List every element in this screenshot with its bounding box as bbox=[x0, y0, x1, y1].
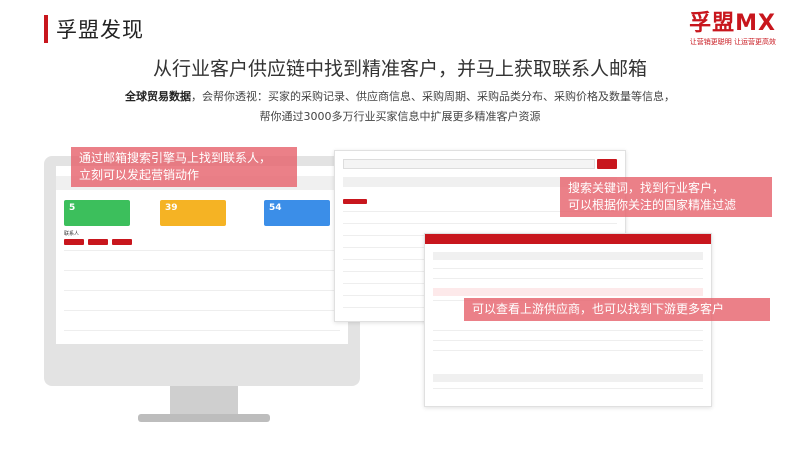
divider bbox=[433, 330, 703, 331]
stat-value: 39 bbox=[165, 203, 178, 213]
mini-button[interactable] bbox=[112, 239, 132, 245]
divider bbox=[64, 310, 340, 311]
logo-mark: 孚盟MX bbox=[689, 11, 776, 36]
tab-bar bbox=[425, 234, 711, 244]
divider bbox=[343, 223, 617, 224]
search-input[interactable] bbox=[343, 159, 595, 169]
callout-line: 可以根据你关注的国家精准过滤 bbox=[568, 198, 737, 212]
monitor-stand-neck bbox=[170, 386, 238, 416]
table-header bbox=[433, 252, 703, 260]
stat-card-2: 39 bbox=[160, 200, 226, 226]
description-line-1: 全球贸易数据，会帮你透视：买家的采购记录、供应商信息、采购周期、采购品类分布、采… bbox=[0, 88, 800, 104]
stat-value: 5 bbox=[69, 203, 76, 213]
description-bold: 全球贸易数据 bbox=[125, 90, 191, 103]
search-icon[interactable] bbox=[597, 159, 617, 169]
stat-card-1: 5 bbox=[64, 200, 130, 226]
table-row-highlight[interactable] bbox=[433, 288, 703, 296]
callout-line: 立刻可以发起营销动作 bbox=[79, 168, 200, 182]
logo-tagline: 让营销更聪明 让运营更高效 bbox=[689, 38, 776, 46]
monitor-stand-base bbox=[138, 414, 270, 422]
divider bbox=[64, 290, 340, 291]
callout-keyword-search: 搜索关键词，找到行业客户， 可以根据你关注的国家精准过滤 bbox=[560, 177, 772, 217]
description-line-2: 帮你通过3000多万行业买家信息中扩展更多精准客户资源 bbox=[259, 110, 541, 123]
callout-line: 通过邮箱搜索引擎马上找到联系人， bbox=[79, 151, 272, 165]
divider bbox=[433, 388, 703, 389]
mini-button[interactable] bbox=[64, 239, 84, 245]
divider bbox=[64, 330, 340, 331]
divider bbox=[64, 270, 340, 271]
callout-line: 搜索关键词，找到行业客户， bbox=[568, 181, 725, 195]
section-label: 联系人 bbox=[64, 231, 80, 237]
callout-email-search: 通过邮箱搜索引擎马上找到联系人， 立刻可以发起营销动作 bbox=[71, 147, 297, 187]
monitor-screen: 5 39 54 联系人 bbox=[56, 166, 348, 344]
headline: 从行业客户供应链中找到精准客户，并马上获取联系人邮箱 bbox=[152, 58, 647, 80]
slide-title: 孚盟发现 bbox=[56, 18, 144, 42]
table-header bbox=[433, 374, 703, 382]
brand-logo: 孚盟MX 让营销更聪明 让运营更高效 bbox=[689, 12, 776, 47]
title-accent-bar bbox=[44, 15, 48, 43]
callout-supply-chain: 可以查看上游供应商，也可以找到下游更多客户 bbox=[464, 298, 770, 321]
stat-card-3: 54 bbox=[264, 200, 330, 226]
description-rest: ，会帮你透视：买家的采购记录、供应商信息、采购周期、采购品类分布、采购价格及数量… bbox=[191, 90, 675, 103]
divider bbox=[433, 278, 703, 279]
stat-value: 54 bbox=[269, 203, 282, 213]
divider bbox=[433, 350, 703, 351]
divider bbox=[64, 250, 340, 251]
mini-button[interactable] bbox=[88, 239, 108, 245]
divider bbox=[433, 268, 703, 269]
divider bbox=[433, 340, 703, 341]
mini-button[interactable] bbox=[343, 199, 367, 204]
